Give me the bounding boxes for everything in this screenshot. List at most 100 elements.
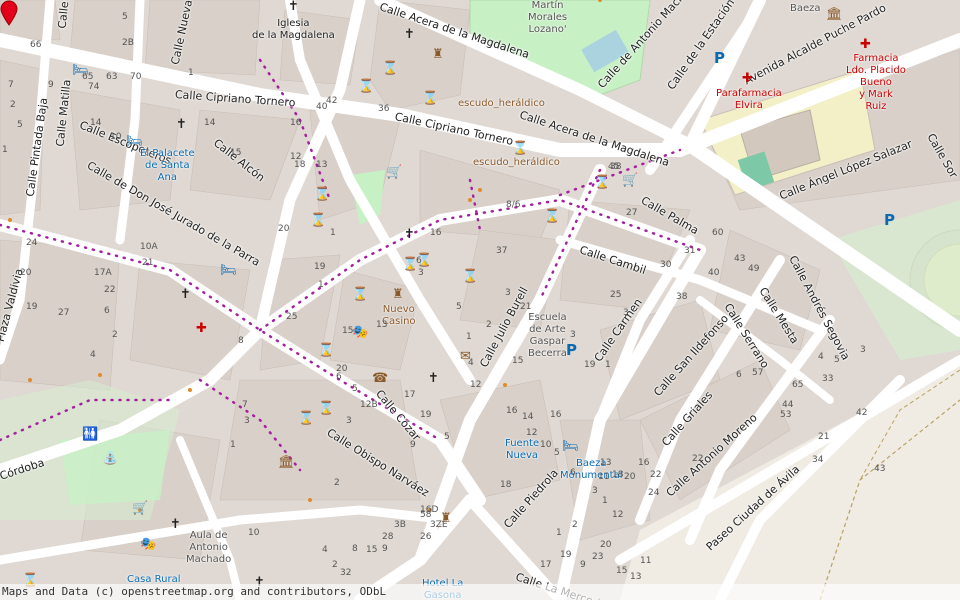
castle-icon[interactable]: ♜	[392, 288, 404, 301]
house-number: 18	[612, 470, 624, 480]
poi-label-farmacia[interactable]: Farmacia Ldo. Placido Bueno y Mark Ruiz	[846, 53, 906, 113]
house-number: 8	[238, 336, 244, 346]
house-number: 9	[382, 544, 388, 554]
hourglass-icon[interactable]: ⌛	[358, 80, 374, 93]
shop-icon[interactable]: 🛒	[622, 174, 638, 187]
house-number: 11	[598, 472, 610, 482]
hourglass-icon[interactable]: ⌛	[310, 214, 326, 227]
telephone-icon[interactable]: ☎	[372, 372, 388, 385]
house-number: 19	[420, 410, 432, 420]
church-icon[interactable]: ✝	[180, 288, 191, 301]
parking-icon[interactable]: P	[714, 51, 725, 66]
hotel-icon[interactable]: 🛏	[72, 64, 89, 77]
house-number: 1	[602, 496, 608, 506]
church-icon[interactable]: ✝	[288, 0, 299, 13]
house-number: 12	[612, 510, 624, 520]
hourglass-icon[interactable]: ⌛	[594, 176, 610, 189]
hourglass-icon[interactable]: ⌛	[318, 344, 334, 357]
toilets-icon[interactable]: 🚻	[82, 428, 98, 441]
house-number: 22	[692, 454, 704, 464]
church-icon[interactable]: ✝	[170, 518, 181, 531]
location-marker-icon[interactable]	[0, 0, 18, 26]
hourglass-icon[interactable]: ⌛	[422, 92, 438, 105]
house-number: 40	[708, 268, 720, 278]
house-number: 30	[660, 260, 672, 270]
house-number: 38	[676, 292, 688, 302]
church-icon[interactable]: ✝	[404, 28, 415, 41]
hourglass-icon[interactable]: ⌛	[352, 288, 368, 301]
map-canvas[interactable]: Calle Acera de la MagdalenaCalle de Anto…	[0, 0, 960, 600]
church-icon[interactable]: ✝	[428, 372, 439, 385]
hotel-icon[interactable]: 🛏	[126, 135, 143, 148]
house-number: 6	[104, 306, 110, 316]
parking-icon[interactable]: P	[566, 343, 577, 358]
house-number: 20	[624, 472, 636, 482]
theatre-icon[interactable]: 🎭	[352, 326, 368, 339]
house-number: 24	[26, 238, 38, 248]
poi-label-iglesia-magdalena[interactable]: Iglesia de la Magdalena	[252, 18, 335, 42]
hourglass-icon[interactable]: ⌛	[416, 254, 432, 267]
shop-icon[interactable]: 🛒	[386, 166, 402, 179]
house-number: 12	[526, 428, 538, 438]
house-number: 17	[540, 560, 552, 570]
shop-icon[interactable]: 🛒	[132, 502, 148, 515]
poi-label-escuela-arte[interactable]: Escuela de Arte Gaspar Becerra	[528, 312, 567, 360]
house-number: 14	[522, 412, 534, 422]
pharmacy-icon[interactable]: ✚	[860, 38, 871, 51]
poi-label-escudo-2[interactable]: escudo_heráldico	[473, 157, 560, 169]
hotel-icon[interactable]: 🛏	[562, 440, 579, 453]
house-number: 1	[188, 68, 194, 78]
house-number: 3B	[394, 520, 406, 530]
house-number: 8	[352, 544, 358, 554]
house-number: 33	[822, 374, 834, 384]
house-number: 3	[623, 308, 629, 318]
museum-icon[interactable]: 🏛	[826, 8, 843, 21]
map-attribution[interactable]: Maps and Data (c) openstreetmap.org and …	[0, 584, 960, 600]
parking-icon[interactable]: P	[884, 213, 895, 228]
castle-icon[interactable]: ♜	[440, 512, 452, 525]
post-icon[interactable]: ✉	[460, 350, 471, 363]
poi-label-escudo-1[interactable]: escudo_heráldico	[458, 98, 545, 110]
house-number: 19	[560, 550, 572, 560]
poi-label-baeza-top[interactable]: Baeza	[790, 3, 821, 15]
fountain-icon[interactable]: ⛲	[102, 452, 118, 465]
house-number: 32	[340, 568, 352, 578]
house-number: 2	[112, 330, 118, 340]
house-number: 13	[600, 458, 612, 468]
house-number: 3	[346, 416, 352, 426]
poi-label-palacete[interactable]: El Palacete de Santa Ana	[140, 148, 195, 184]
house-number: 10	[540, 440, 552, 450]
house-number: 9	[410, 440, 416, 450]
hourglass-icon[interactable]: ⌛	[512, 142, 528, 155]
house-number: 3	[570, 330, 576, 340]
pharmacy-icon[interactable]: ✚	[742, 72, 753, 85]
house-number: 26	[420, 532, 432, 542]
house-number: 49	[748, 264, 760, 274]
castle-icon[interactable]: ♜	[432, 48, 444, 61]
hourglass-icon[interactable]: ⌛	[462, 270, 478, 283]
house-number: 25	[286, 312, 298, 322]
poi-label-martin-morales[interactable]: Martín Morales Lozano'	[528, 0, 567, 36]
pharmacy-icon[interactable]: ✚	[196, 322, 207, 335]
hourglass-icon[interactable]: ⌛	[382, 62, 398, 75]
house-number: 63	[106, 72, 118, 82]
poi-label-parafarmacia[interactable]: Parafarmacia Elvira	[716, 88, 782, 112]
hourglass-icon[interactable]: ⌛	[318, 402, 334, 415]
house-number: 15	[512, 356, 524, 366]
poi-label-fuente-nueva[interactable]: Fuente Nueva	[505, 438, 539, 462]
hourglass-icon[interactable]: ⌛	[298, 412, 314, 425]
poi-label-aula-machado[interactable]: Aula de Antonio Machado	[186, 530, 231, 566]
house-number: 57	[752, 368, 764, 378]
church-icon[interactable]: ✝	[176, 118, 187, 131]
theatre-icon[interactable]: 🎭	[140, 538, 156, 551]
hourglass-icon[interactable]: ⌛	[544, 210, 560, 223]
house-number: 31	[684, 246, 696, 256]
house-number: 43	[734, 254, 746, 264]
house-number: 9	[48, 80, 54, 90]
hotel-icon[interactable]: 🛏	[220, 264, 237, 277]
house-number: 5	[456, 302, 462, 312]
house-number: 1	[318, 280, 324, 290]
hourglass-icon[interactable]: ⌛	[314, 188, 330, 201]
church-icon[interactable]: ✝	[404, 228, 415, 241]
museum-icon[interactable]: 🏛	[278, 456, 295, 469]
